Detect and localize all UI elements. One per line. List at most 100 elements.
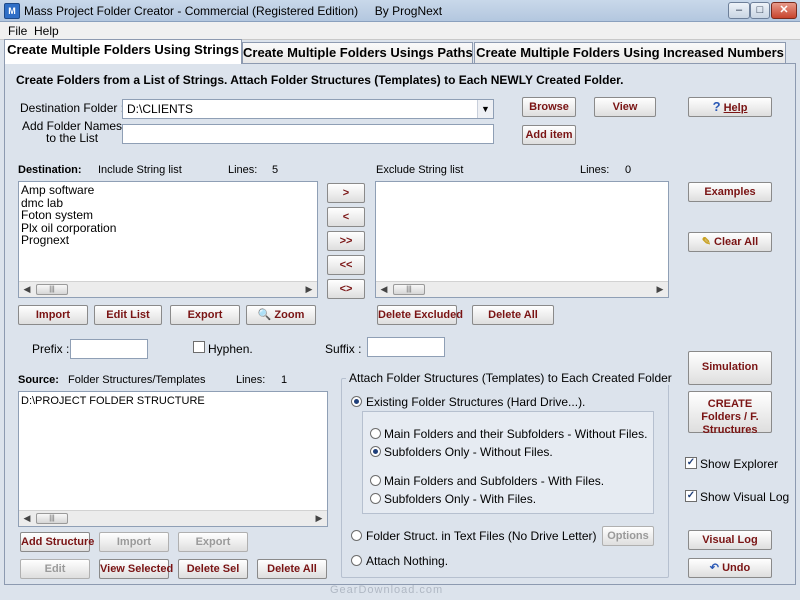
delete-excluded-button[interactable]: Delete Excluded <box>377 305 463 325</box>
exclude-list[interactable]: ◀ ||| ▶ <box>375 181 669 298</box>
help-icon: ? <box>712 99 721 114</box>
opt3-radio[interactable] <box>370 475 381 486</box>
tab-increased-numbers[interactable]: Create Multiple Folders Using Increased … <box>474 42 786 64</box>
export-button[interactable]: Export <box>170 305 240 325</box>
existing-radio[interactable] <box>351 396 362 407</box>
show-visual-log-label: Show Visual Log <box>700 490 790 504</box>
tab-paths[interactable]: Create Multiple Folders Usings Paths <box>242 42 473 64</box>
scroll-thumb[interactable]: ||| <box>393 284 425 295</box>
opt1-radio[interactable] <box>370 428 381 439</box>
hyphen-checkbox[interactable] <box>193 341 205 353</box>
attach-group-title: Attach Folder Structures (Templates) to … <box>346 371 675 385</box>
destination-select[interactable]: D:\CLIENTS ▼ <box>122 99 494 119</box>
scroll-right-icon[interactable]: ▶ <box>311 511 327 526</box>
edit-list-button[interactable]: Edit List <box>94 305 162 325</box>
move-all-right-button[interactable]: >> <box>327 231 365 251</box>
source-lines-label: Lines: <box>236 374 266 386</box>
include-lines-count: 5 <box>272 164 279 176</box>
source-delete-all-button[interactable]: Delete All <box>257 559 327 579</box>
menu-file[interactable]: File <box>8 24 27 38</box>
close-button[interactable]: ✕ <box>771 2 797 19</box>
existing-label: Existing Folder Structures (Hard Drive..… <box>366 395 586 409</box>
include-list[interactable]: Amp software dmc lab Foton system Plx oi… <box>18 181 318 298</box>
scroll-right-icon[interactable]: ▶ <box>652 282 668 297</box>
swap-button[interactable]: <> <box>327 279 365 299</box>
opt4-label: Subfolders Only - With Files. <box>384 492 537 506</box>
hyphen-label: Hyphen. <box>208 342 253 356</box>
source-edit-button[interactable]: Edit <box>20 559 90 579</box>
undo-icon: ↶ <box>709 562 720 574</box>
help-button[interactable]: ? Help <box>688 97 772 117</box>
menu-help[interactable]: Help <box>34 24 59 38</box>
add-structure-button[interactable]: Add Structure <box>20 532 94 552</box>
options-button[interactable]: Options <box>602 526 654 546</box>
maximize-button[interactable]: □ <box>750 2 770 19</box>
add-names-label-2: to the List <box>46 131 99 145</box>
scroll-left-icon[interactable]: ◀ <box>19 511 35 526</box>
add-names-input[interactable] <box>122 124 494 144</box>
minimize-button[interactable]: – <box>728 2 750 19</box>
undo-button[interactable]: ↶ Undo <box>688 558 772 578</box>
view-selected-button[interactable]: View Selected <box>99 559 173 579</box>
opt4-radio[interactable] <box>370 493 381 504</box>
clear-all-button[interactable]: ✎ Clear All <box>688 232 772 252</box>
exclude-title: Exclude String list <box>376 164 464 176</box>
browse-button[interactable]: Browse <box>522 97 576 117</box>
examples-button[interactable]: Examples <box>688 182 772 202</box>
list-item[interactable]: Amp software <box>19 184 317 197</box>
show-explorer-label: Show Explorer <box>700 457 779 471</box>
source-list[interactable]: D:\PROJECT FOLDER STRUCTURE ◀ ||| ▶ <box>18 391 328 527</box>
title-bar: M Mass Project Folder Creator - Commerci… <box>0 0 800 22</box>
opt3-label: Main Folders and Subfolders - With Files… <box>384 474 605 488</box>
source-import-button[interactable]: Import <box>99 532 169 552</box>
list-item[interactable]: Foton system <box>19 209 317 222</box>
undo-label: Undo <box>722 562 751 574</box>
header-text: Create Folders from a List of Strings. A… <box>16 73 624 87</box>
scroll-thumb[interactable]: ||| <box>36 513 68 524</box>
scroll-right-icon[interactable]: ▶ <box>301 282 317 297</box>
prefix-input[interactable] <box>70 339 148 359</box>
exclude-hscrollbar[interactable]: ◀ ||| ▶ <box>376 281 668 297</box>
watermark: GearDownload.com <box>330 584 444 596</box>
source-title: Source: <box>18 374 59 386</box>
add-item-button[interactable]: Add item <box>522 125 576 145</box>
suffix-input[interactable] <box>367 337 445 357</box>
zoom-button[interactable]: 🔍 Zoom <box>246 305 316 325</box>
scroll-left-icon[interactable]: ◀ <box>19 282 35 297</box>
broom-icon: ✎ <box>701 236 711 248</box>
text-files-label: Folder Struct. in Text Files (No Drive L… <box>366 529 597 543</box>
scroll-thumb[interactable]: ||| <box>36 284 68 295</box>
delete-sel-button[interactable]: Delete Sel <box>178 559 248 579</box>
create-folders-button[interactable]: CREATE Folders / F. Structures <box>688 391 772 436</box>
include-hscrollbar[interactable]: ◀ ||| ▶ <box>19 281 317 297</box>
source-subtitle: Folder Structures/Templates <box>68 374 206 386</box>
move-right-button[interactable]: > <box>327 183 365 203</box>
opt1-label: Main Folders and their Subfolders - With… <box>384 427 648 441</box>
suffix-label: Suffix : <box>325 342 362 356</box>
window-title: Mass Project Folder Creator - Commercial… <box>24 4 443 18</box>
list-item[interactable]: Prognext <box>19 234 317 247</box>
simulation-button[interactable]: Simulation <box>688 351 772 385</box>
text-files-radio[interactable] <box>351 530 362 541</box>
scroll-left-icon[interactable]: ◀ <box>376 282 392 297</box>
include-title: Destination: <box>18 164 82 176</box>
move-left-button[interactable]: < <box>327 207 365 227</box>
source-export-button[interactable]: Export <box>178 532 248 552</box>
list-item[interactable]: D:\PROJECT FOLDER STRUCTURE <box>19 395 327 408</box>
tab-strings[interactable]: Create Multiple Folders Using Strings <box>4 39 242 64</box>
chevron-down-icon[interactable]: ▼ <box>477 100 493 118</box>
view-button[interactable]: View <box>594 97 656 117</box>
show-visual-log-checkbox[interactable]: ✓ <box>685 490 697 502</box>
move-all-left-button[interactable]: << <box>327 255 365 275</box>
source-hscrollbar[interactable]: ◀ ||| ▶ <box>19 510 327 526</box>
opt2-radio[interactable] <box>370 446 381 457</box>
exclude-lines-count: 0 <box>625 164 632 176</box>
exclude-delete-all-button[interactable]: Delete All <box>472 305 554 325</box>
zoom-button-label: Zoom <box>274 309 305 321</box>
show-explorer-checkbox[interactable]: ✓ <box>685 457 697 469</box>
visual-log-button[interactable]: Visual Log <box>688 530 772 550</box>
help-button-label: Help <box>723 102 748 114</box>
include-lines-label: Lines: <box>228 164 258 176</box>
attach-nothing-radio[interactable] <box>351 555 362 566</box>
import-button[interactable]: Import <box>18 305 88 325</box>
